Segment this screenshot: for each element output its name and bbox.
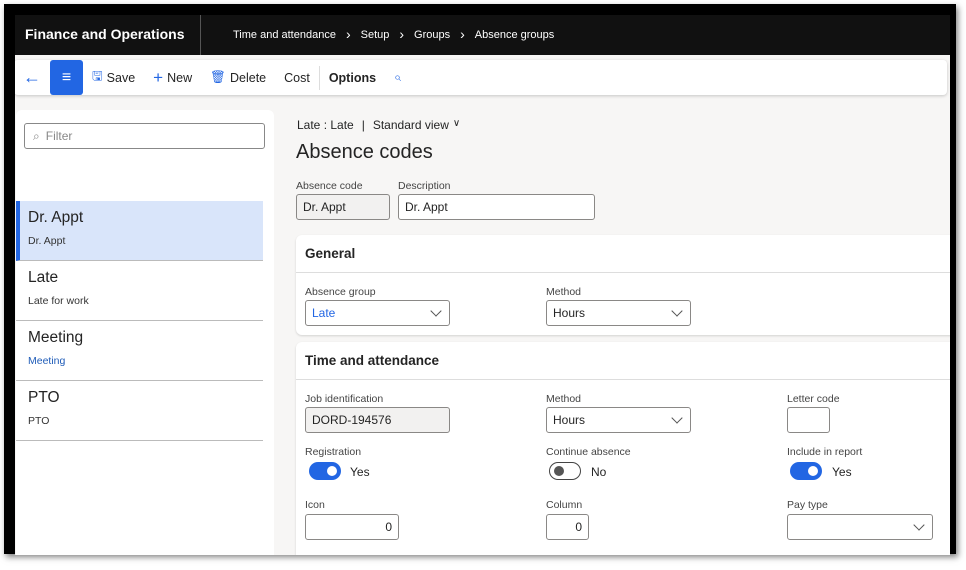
list-item[interactable]: Dr. Appt Dr. Appt: [16, 201, 263, 261]
breadcrumb-item[interactable]: Setup: [361, 29, 390, 41]
letter-code-field[interactable]: [787, 407, 830, 433]
view-selector[interactable]: Standard view: [373, 118, 449, 132]
save-button[interactable]: 🖫 Save: [83, 60, 144, 95]
options-button[interactable]: Options: [320, 60, 385, 95]
breadcrumb-item[interactable]: Absence groups: [475, 29, 555, 41]
filter-placeholder: Filter: [45, 129, 73, 143]
icon-field[interactable]: 0: [305, 514, 399, 540]
breadcrumb: Time and attendance › Setup › Groups › Abse…: [233, 26, 555, 42]
cost-button[interactable]: Cost: [275, 60, 319, 95]
method-label: Method: [546, 393, 582, 405]
delete-label: Delete: [229, 70, 267, 85]
column-field[interactable]: 0: [546, 514, 589, 540]
chevron-right-icon: ›: [460, 26, 465, 42]
pay-type-select[interactable]: [787, 514, 933, 540]
time-attendance-section: Time and attendance Job identification D…: [296, 342, 950, 555]
record-name: Late : Late: [297, 118, 354, 132]
item-title: Late: [28, 269, 59, 286]
chevron-down-icon: ∨: [452, 118, 461, 129]
filter-input[interactable]: ⌕ Filter: [24, 123, 265, 149]
method-select[interactable]: Hours: [546, 300, 691, 326]
record-header: Late : Late | Standard view ∨: [297, 118, 460, 132]
divider: |: [361, 118, 365, 132]
page-title: Absence codes: [296, 141, 433, 163]
letter-code-label: Letter code: [787, 393, 840, 405]
section-header[interactable]: General: [296, 235, 950, 273]
item-title: Dr. Appt: [28, 209, 84, 226]
item-subtitle: Meeting: [28, 355, 66, 367]
hamburger-icon: ≡: [61, 68, 72, 86]
menu-button[interactable]: ≡: [50, 60, 83, 95]
absence-group-label: Absence group: [305, 286, 376, 298]
job-identification-field[interactable]: DORD-194576: [305, 407, 450, 433]
search-icon: ⌕: [33, 129, 40, 143]
back-button[interactable]: ←: [15, 60, 50, 95]
chevron-right-icon: ›: [399, 26, 405, 42]
app-screen: Finance and Operations Time and attendan…: [15, 15, 950, 555]
trash-icon: 🗑: [210, 70, 226, 84]
list-pane: ⌕ Filter Dr. Appt Dr. Appt Late Late for wo…: [16, 110, 274, 555]
action-toolbar: ← ≡ 🖫 Save + New 🗑 Delete Cost Options ⌕: [15, 60, 947, 95]
registration-value: Yes: [350, 465, 370, 479]
continue-absence-label: Continue absence: [546, 446, 631, 458]
include-in-report-value: Yes: [832, 465, 852, 479]
new-button[interactable]: + New: [144, 60, 201, 95]
column-label: Column: [546, 499, 583, 511]
list-item[interactable]: Meeting Meeting: [16, 321, 263, 381]
registration-label: Registration: [305, 446, 362, 458]
top-nav-bar: Finance and Operations Time and attendan…: [15, 15, 950, 55]
continue-absence-value: No: [591, 465, 607, 479]
app-title[interactable]: Finance and Operations: [25, 26, 184, 42]
item-subtitle: Dr. Appt: [28, 235, 66, 247]
continue-absence-toggle[interactable]: [549, 462, 581, 480]
search-icon: ⌕: [394, 70, 402, 84]
description-label: Description: [398, 180, 451, 192]
item-title: Meeting: [28, 329, 84, 346]
delete-button[interactable]: 🗑 Delete: [201, 60, 275, 95]
pay-type-label: Pay type: [787, 499, 828, 511]
absence-code-label: Absence code: [296, 180, 363, 192]
registration-toggle[interactable]: [309, 462, 341, 480]
icon-label: Icon: [305, 499, 325, 511]
save-icon: 🖫: [92, 69, 103, 83]
divider: [200, 15, 201, 55]
new-label: New: [167, 70, 193, 85]
search-button[interactable]: ⌕: [385, 60, 410, 95]
item-subtitle: PTO: [28, 415, 50, 427]
absence-code-field[interactable]: Dr. Appt: [296, 194, 390, 220]
method-label: Method: [546, 286, 582, 298]
chevron-right-icon: ›: [345, 26, 351, 42]
breadcrumb-item[interactable]: Groups: [414, 29, 450, 41]
plus-icon: +: [153, 67, 164, 87]
back-arrow-icon: ←: [23, 67, 41, 87]
job-identification-label: Job identification: [305, 393, 384, 405]
list-item[interactable]: Late Late for work: [16, 261, 263, 321]
method-select[interactable]: Hours: [546, 407, 691, 433]
absence-group-select[interactable]: Late: [305, 300, 450, 326]
item-title: PTO: [28, 389, 60, 406]
include-in-report-label: Include in report: [787, 446, 863, 458]
save-label: Save: [106, 70, 136, 85]
description-field[interactable]: Dr. Appt: [398, 194, 595, 220]
breadcrumb-item[interactable]: Time and attendance: [233, 29, 336, 41]
include-in-report-toggle[interactable]: [790, 462, 822, 480]
general-section: General Absence group Late Method Hours: [296, 235, 950, 335]
list-item[interactable]: PTO PTO: [16, 381, 263, 441]
item-subtitle: Late for work: [28, 295, 89, 307]
section-header[interactable]: Time and attendance: [296, 342, 950, 380]
